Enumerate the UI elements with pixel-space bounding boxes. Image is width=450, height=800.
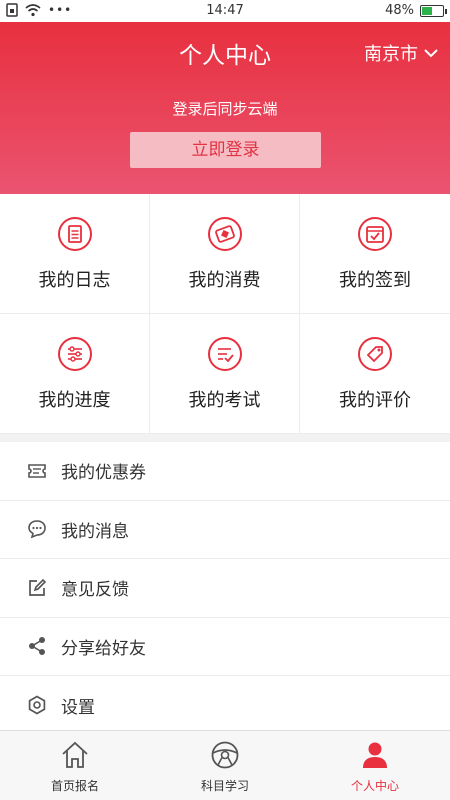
bottom-tab-bar: 首页报名 科目学习 个人中心 [0,730,450,800]
user-icon [363,742,387,768]
grid-item-exam[interactable]: 我的考试 [150,314,300,434]
grid-item-label: 我的考试 [188,390,261,411]
tab-personal-center[interactable]: 个人中心 [300,731,450,800]
status-time: 14:47 [206,3,244,18]
grid-item-label: 我的消费 [188,270,261,291]
grid-item-consumption[interactable]: 我的消费 [150,194,300,314]
grid-item-log[interactable]: 我的日志 [0,194,150,314]
menu-item-label: 意见反馈 [61,580,129,601]
steering-wheel-icon [211,741,239,769]
city-selector[interactable]: 南京市 [364,40,438,66]
coupon-icon [28,463,46,478]
grid-item-label: 我的日志 [38,270,111,291]
grid-item-label: 我的进度 [38,390,111,411]
grid-item-progress[interactable]: 我的进度 [0,314,150,434]
exam-icon [207,337,242,371]
menu-item-share[interactable]: 分享给好友 [0,618,450,676]
battery-level [422,6,432,15]
grid-item-label: 我的签到 [339,270,411,291]
progress-icon [57,337,92,371]
menu-item-feedback[interactable]: 意见反馈 [0,559,450,618]
grid-item-rating[interactable]: 我的评价 [300,314,450,434]
battery-icon [420,4,447,17]
feature-grid: 我的日志 我的消费 我的签到 我的进度 我的考试 我的评价 [0,194,450,434]
menu-item-label: 我的消息 [61,521,129,542]
menu-list: 我的优惠券 我的消息 意见反馈 分享给好友 设置 [0,442,450,735]
menu-item-label: 设置 [61,697,95,718]
status-icons-right: 48% [385,3,447,18]
profile-header: 个人中心 南京市 登录后同步云端 立即登录 [0,22,450,194]
rating-tag-icon [358,337,392,371]
wallet-icon [207,217,242,251]
grid-item-label: 我的评价 [339,390,411,411]
grid-item-checkin[interactable]: 我的签到 [300,194,450,314]
status-bar: ••• 14:47 48% [0,0,450,22]
edit-icon [29,578,47,596]
tab-subject-study[interactable]: 科目学习 [150,731,300,800]
chevron-down-icon [424,49,438,58]
login-hint: 登录后同步云端 [172,100,278,118]
city-label: 南京市 [364,44,418,65]
calendar-check-icon [358,217,392,251]
home-icon [62,741,88,768]
message-icon [28,520,46,539]
battery-percent: 48% [385,3,414,18]
log-icon [57,217,92,251]
menu-item-settings[interactable]: 设置 [0,676,450,735]
login-button[interactable]: 立即登录 [130,132,321,168]
menu-item-messages[interactable]: 我的消息 [0,501,450,559]
share-icon [29,637,45,656]
tab-label: 科目学习 [200,779,249,793]
menu-item-coupons[interactable]: 我的优惠券 [0,442,450,501]
tab-home-registration[interactable]: 首页报名 [0,731,150,800]
tab-label: 首页报名 [50,779,99,793]
menu-item-label: 我的优惠券 [61,463,146,484]
settings-icon [28,695,46,715]
menu-item-label: 分享给好友 [61,638,146,659]
tab-label: 个人中心 [350,779,399,793]
